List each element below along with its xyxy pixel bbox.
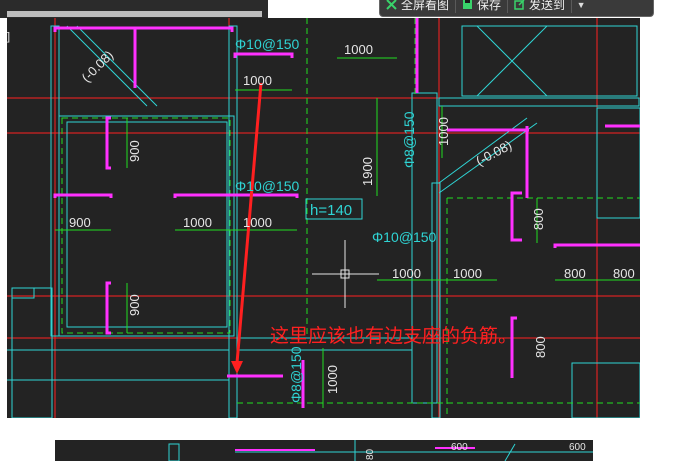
slope-label-group: (-0.08) (-0.08) [79, 47, 515, 168]
dimension-label: 900 [127, 294, 142, 316]
send-icon [514, 0, 525, 10]
preview-label: 80 [365, 448, 376, 460]
preview-label: 600 [569, 442, 586, 453]
dimension-label: 1000 [392, 266, 421, 281]
dimension-label: 900 [69, 215, 91, 230]
dimension-label: 1000 [453, 266, 482, 281]
dimension-label: 1900 [360, 157, 375, 186]
crosshair-cursor [312, 240, 379, 308]
cad-drawing-view[interactable]: ] Φ10@150 Φ10@150 Φ10@150 Φ8@150 Φ8@150 … [7, 18, 640, 418]
rebar-label: Φ10@150 [235, 178, 300, 194]
dimension-lines [55, 57, 640, 408]
fullscreen-icon [386, 0, 397, 10]
send-to-button[interactable]: 发送到 [508, 0, 573, 13]
viewer-toolbar: 全屏看图 保存 发送到 ▼ [379, 0, 654, 17]
dimension-label: 1000 [325, 365, 340, 394]
save-icon [463, 0, 473, 9]
slab-thickness-label: h=140 [310, 202, 352, 219]
slope-label: (-0.08) [79, 47, 117, 85]
rebar-label: Φ8@150 [401, 111, 417, 168]
preview-label-group: 600 600 80 [365, 442, 586, 460]
rebar-label: Φ10@150 [235, 36, 300, 52]
fullscreen-label: 全屏看图 [401, 0, 450, 12]
dimension-label: 1000 [243, 73, 272, 88]
scroll-thumb[interactable] [7, 11, 262, 17]
dimension-label: 1000 [436, 117, 451, 146]
left-bracket-text: ] [7, 31, 10, 43]
send-label: 发送到 [529, 0, 566, 12]
chevron-down-icon[interactable]: ▼ [572, 0, 590, 13]
dimension-label: 800 [613, 266, 635, 281]
bottom-drawing-preview: 600 600 80 [55, 440, 593, 461]
preview-label: 600 [451, 442, 468, 453]
dimension-label: 1000 [344, 42, 373, 57]
dimension-label: 800 [533, 336, 548, 358]
rebar-label: Φ10@150 [372, 229, 437, 245]
dimension-label: 900 [127, 140, 142, 162]
save-button[interactable]: 保存 [456, 0, 509, 13]
dimension-label: 1000 [183, 215, 212, 230]
drawing-top-scrollbar[interactable] [0, 0, 268, 18]
rebar-label: Φ8@150 [288, 346, 304, 403]
fullscreen-button[interactable]: 全屏看图 [380, 0, 457, 13]
dimension-label: 1000 [243, 215, 272, 230]
preview-lines [168, 440, 593, 461]
save-label: 保存 [477, 0, 502, 12]
slab-thickness-tag: h=140 [305, 198, 363, 220]
annotation-text: 这里应该也有边支座的负筋。 [270, 325, 517, 347]
dimension-label: 800 [531, 208, 546, 230]
dimension-label: 800 [564, 266, 586, 281]
